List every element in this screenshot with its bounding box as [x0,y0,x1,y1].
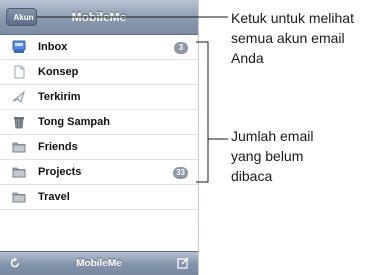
mailbox-list: Inbox 3 Konsep Terkirim Tong Sampah Frie… [0,35,198,210]
unread-count-badge: 33 [173,167,188,179]
mailbox-label: Projects [38,166,82,178]
mailbox-label: Konsep [38,66,79,78]
mailbox-label: Terkirim [38,91,81,103]
mailbox-row-travel[interactable]: Travel [0,185,198,210]
accounts-back-button[interactable]: Akun [6,8,37,26]
mailbox-label: Tong Sampah [38,116,110,128]
mailbox-label: Inbox [38,41,68,53]
navigation-bar: MobileMe Akun [0,0,198,35]
callout-unread-count: Jumlah email yang belum dibaca [231,128,314,184]
sent-icon [12,90,25,103]
mailbox-row-konsep[interactable]: Konsep [0,60,198,85]
mailbox-row-tong-sampah[interactable]: Tong Sampah [0,110,198,135]
folder-icon [12,167,26,178]
inbox-icon [12,40,26,53]
mailbox-row-friends[interactable]: Friends [0,135,198,160]
unread-count-badge: 3 [174,42,188,54]
mailbox-row-inbox[interactable]: Inbox 3 [0,35,198,60]
folder-icon [12,142,26,153]
mailbox-label: Friends [38,141,78,153]
toolbar-title: MobileMe [76,258,122,269]
folder-icon [12,192,26,203]
mailbox-row-terkirim[interactable]: Terkirim [0,85,198,110]
compose-icon[interactable] [177,257,189,269]
drafts-icon [14,65,25,79]
callout-accounts: Ketuk untuk melihat semua akun email And… [231,10,354,66]
mail-app-screen: MobileMe Akun Inbox 3 Konsep Terkirim To… [0,0,199,275]
trash-icon [14,117,24,129]
bottom-toolbar: MobileMe [0,251,198,275]
mailbox-row-projects[interactable]: Projects 33 [0,160,198,185]
mailbox-label: Travel [38,191,70,203]
